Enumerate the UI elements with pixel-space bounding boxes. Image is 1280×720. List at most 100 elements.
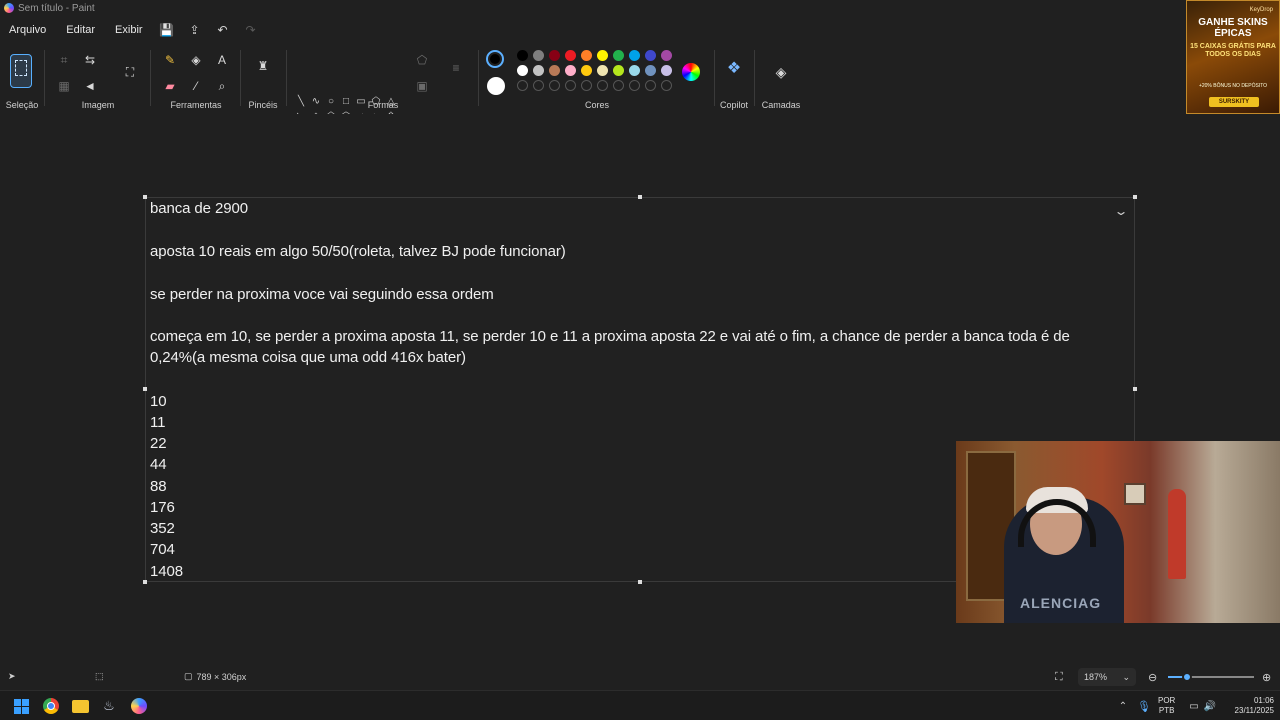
shape-line-icon[interactable]: ╲ [294,94,308,108]
color-picker-icon[interactable]: ⁄ [186,76,206,96]
shape-rectangle-icon[interactable]: □ [339,94,353,108]
color-swatch[interactable] [628,50,640,61]
color-swatch[interactable] [596,65,608,76]
webcam-shirt-text: ALENCIAG [1020,595,1102,611]
redo-icon[interactable]: ↷ [240,19,262,41]
color-swatch[interactable] [564,50,576,61]
microphone-icon[interactable]: 🎙 [1134,696,1154,716]
shape-rounded-rect-icon[interactable]: ▭ [354,94,368,108]
layers-group-label: Camadas [761,100,801,110]
color-swatch[interactable] [516,65,528,76]
zoom-slider-thumb[interactable] [1181,672,1192,682]
start-icon[interactable] [11,696,31,716]
chevron-up-icon[interactable]: ⌃ [1113,696,1133,716]
custom-color-slot[interactable] [532,80,544,91]
custom-color-slot[interactable] [596,80,608,91]
flip-icon[interactable]: ◄ [80,76,100,96]
fit-to-window-icon[interactable]: ⛶ [1055,671,1063,684]
clock[interactable]: 01:06 23/11/2025 [1224,696,1274,716]
custom-color-slot[interactable] [564,80,576,91]
undo-icon[interactable]: ↶ [212,19,234,41]
color-swatch[interactable] [644,50,656,61]
secondary-color-swatch[interactable] [487,77,505,95]
selection-tool-icon[interactable] [10,54,32,88]
custom-color-slot[interactable] [516,80,528,91]
zoom-dropdown[interactable]: 187% ⌄ [1078,668,1136,686]
share-icon[interactable]: ⇪ [184,19,206,41]
color-swatch[interactable] [548,65,560,76]
brush-icon[interactable]: ♜ [253,56,273,76]
zoom-out-icon[interactable]: ⊖ [1148,671,1157,684]
color-swatch[interactable] [612,50,624,61]
rotate-icon[interactable]: ▦ [54,76,74,96]
color-swatch[interactable] [564,65,576,76]
divider [714,50,715,106]
sequence-item: 22 [150,435,167,452]
custom-color-slot[interactable] [580,80,592,91]
magnifier-icon[interactable]: ⌕ [212,76,232,96]
resize-handle[interactable] [638,195,642,199]
volume-icon[interactable]: 🔊 [1200,696,1220,716]
custom-color-slot[interactable] [628,80,640,91]
crop-icon[interactable]: ⌗ [54,50,74,70]
chrome-icon[interactable] [41,696,61,716]
shape-fill-icon[interactable]: ▣ [412,76,432,96]
color-swatch[interactable] [644,65,656,76]
resize-handle[interactable] [1133,387,1137,391]
zoom-in-icon[interactable]: ⊕ [1262,671,1271,684]
color-swatch[interactable] [628,65,640,76]
color-swatch[interactable] [532,50,544,61]
color-swatch[interactable] [580,50,592,61]
language-indicator[interactable]: POR PTB [1158,696,1175,716]
selection-group: Seleção [0,44,44,114]
steam-icon[interactable]: ♨ [99,696,119,716]
resize-handle[interactable] [143,195,147,199]
custom-color-slot[interactable] [660,80,672,91]
fill-icon[interactable]: ◈ [186,50,206,70]
chevron-down-icon[interactable]: ⌄ [1113,204,1128,218]
resize-handle[interactable] [143,580,147,584]
custom-color-slot[interactable] [612,80,624,91]
menu-exibir[interactable]: Exibir [108,20,150,40]
eraser-icon[interactable]: ▰ [160,76,180,96]
menu-editar[interactable]: Editar [59,20,102,40]
image-generator-icon[interactable]: ⛶ [120,62,140,82]
shape-curve-icon[interactable]: ∿ [309,94,323,108]
color-swatch[interactable] [532,65,544,76]
copilot-icon[interactable]: ❖ [724,58,744,78]
paint-icon[interactable] [129,696,149,716]
shape-oval-icon[interactable]: ○ [324,94,338,108]
shape-polygon-icon[interactable]: ⬠ [369,94,383,108]
text-icon[interactable]: A [212,50,232,70]
colors-group-label: Cores [584,100,609,110]
color-swatch[interactable] [612,65,624,76]
custom-color-slot[interactable] [644,80,656,91]
custom-color-slot[interactable] [548,80,560,91]
language-code: POR [1158,696,1176,705]
color-swatch[interactable] [516,50,528,61]
color-swatch[interactable] [596,50,608,61]
shape-triangle-icon[interactable]: △ [384,94,398,108]
layers-icon[interactable]: ◈ [771,62,791,82]
zoom-slider[interactable] [1168,672,1254,682]
color-swatch[interactable] [548,50,560,61]
sequence-item: 10 [150,393,167,410]
resize-icon[interactable]: ⇆ [80,50,100,70]
ad-banner[interactable]: KeyDrop GANHE SKINS ÉPICAS 15 CAIXAS GRÁ… [1186,0,1280,114]
edit-colors-icon[interactable] [682,63,700,81]
save-icon[interactable]: 💾 [156,19,178,41]
status-bar: ➤ ⬚ ▢ 789 × 306px ⛶ 187% ⌄ ⊖ ⊕ [0,664,1280,690]
file-explorer-icon[interactable] [70,696,90,716]
image-group-label: Imagem [81,100,115,110]
menu-arquivo[interactable]: Arquivo [2,20,53,40]
color-swatch[interactable] [660,50,672,61]
shape-size-icon[interactable]: ≡ [446,58,466,78]
color-swatch[interactable] [660,65,672,76]
resize-handle[interactable] [143,387,147,391]
primary-color-swatch[interactable] [486,50,504,68]
color-swatch[interactable] [580,65,592,76]
resize-handle[interactable] [1133,195,1137,199]
resize-handle[interactable] [638,580,642,584]
pencil-icon[interactable]: ✎ [160,50,180,70]
outline-icon[interactable]: ⬠ [412,50,432,70]
